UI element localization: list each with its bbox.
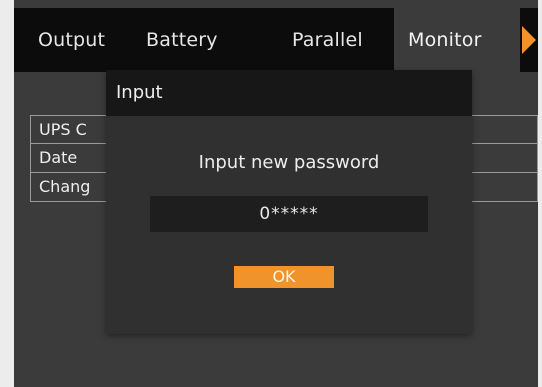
right-bezel: [538, 0, 542, 387]
right-arrow-icon[interactable]: [522, 26, 536, 54]
tab-battery[interactable]: Battery: [132, 8, 232, 72]
tab-bar: Output Battery Parallel Monitor: [14, 8, 538, 72]
ok-button[interactable]: OK: [234, 266, 334, 288]
dialog-prompt: Input new password: [198, 152, 380, 173]
tab-output[interactable]: Output: [24, 8, 119, 72]
password-input[interactable]: 0*****: [150, 196, 428, 232]
tab-parallel[interactable]: Parallel: [278, 8, 377, 72]
dialog-title: Input: [106, 70, 472, 116]
tab-monitor[interactable]: Monitor: [394, 8, 520, 72]
input-dialog: Input Input new password 0***** OK: [106, 70, 472, 334]
left-bezel: [0, 0, 14, 387]
ups-screen: Output Battery Parallel Monitor UPS C Da…: [0, 0, 542, 387]
